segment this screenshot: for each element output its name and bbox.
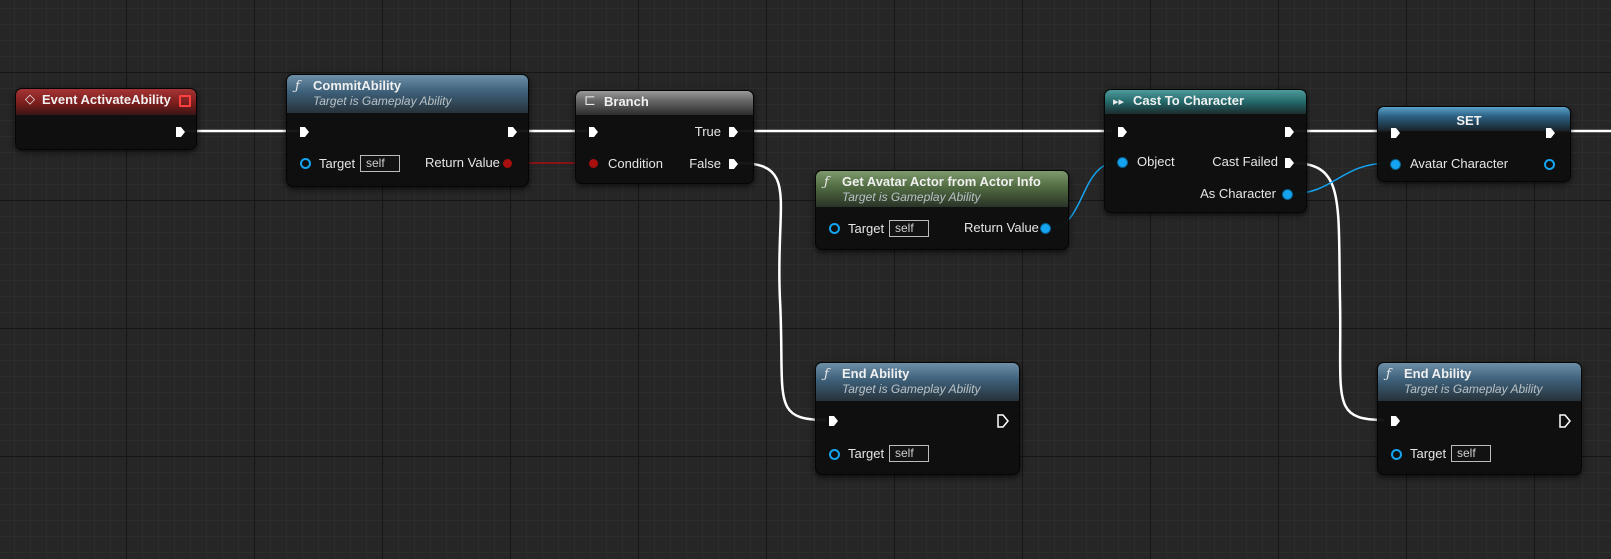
node-subtitle: Target is Gameplay Ability	[842, 382, 981, 396]
exec-in-pin[interactable]	[1391, 416, 1400, 426]
node-title: Cast To Character	[1133, 93, 1245, 108]
avatar-character-out-pin[interactable]	[1544, 159, 1555, 170]
node-header: ƒ CommitAbility Target is Gameplay Abili…	[287, 75, 528, 113]
set-avatar-character-node[interactable]: SET Avatar Character	[1377, 106, 1571, 182]
function-icon: ƒ	[824, 175, 829, 190]
exec-in-pin[interactable]	[300, 127, 309, 137]
target-label: Target	[319, 156, 356, 171]
avatar-character-pin[interactable]	[1391, 160, 1400, 169]
node-subtitle: Target is Gameplay Ability	[1404, 382, 1543, 396]
event-activate-ability-node[interactable]: ◇ Event ActivateAbility	[15, 88, 197, 150]
exec-in-pin[interactable]	[589, 127, 598, 137]
condition-pin[interactable]	[589, 159, 598, 168]
exec-wire	[737, 161, 827, 422]
node-title: CommitAbility	[313, 78, 402, 93]
branch-icon: ⊏	[584, 93, 596, 109]
target-self-field[interactable]: self	[889, 220, 929, 237]
node-title: Get Avatar Actor from Actor Info	[842, 174, 1041, 189]
object-pin[interactable]	[1118, 158, 1127, 167]
false-exec-pin[interactable]	[729, 159, 738, 169]
event-diamond-icon: ◇	[25, 92, 35, 107]
target-label: Target	[848, 446, 885, 461]
node-header: ƒ Get Avatar Actor from Actor Info Targe…	[816, 171, 1068, 207]
target-label: Target	[848, 221, 885, 236]
node-title: End Ability	[842, 366, 910, 381]
target-pin[interactable]	[829, 449, 840, 460]
exec-in-pin[interactable]	[1118, 127, 1127, 137]
return-value-pin[interactable]	[1041, 224, 1050, 233]
node-header: ƒ End Ability Target is Gameplay Ability	[816, 363, 1019, 401]
target-pin[interactable]	[300, 158, 311, 169]
node-title: Event ActivateAbility	[42, 92, 171, 107]
object-label: Object	[1137, 154, 1175, 169]
cast-failed-label: Cast Failed	[1212, 154, 1278, 169]
return-value-pin[interactable]	[503, 159, 512, 168]
as-character-pin[interactable]	[1283, 190, 1292, 199]
wires-layer	[180, 129, 1611, 422]
false-label: False	[689, 156, 721, 171]
condition-label: Condition	[608, 156, 663, 171]
exec-out-pin[interactable]	[176, 127, 185, 137]
target-label: Target	[1410, 446, 1447, 461]
cast-to-character-node[interactable]: ▸▸ Cast To Character Object Cast Failed …	[1104, 89, 1307, 213]
avatar-character-label: Avatar Character	[1410, 156, 1509, 171]
node-header: ▸▸ Cast To Character	[1105, 90, 1306, 114]
node-subtitle: Target is Gameplay Ability	[842, 190, 981, 204]
exec-out-pin[interactable]	[1558, 414, 1572, 428]
target-pin[interactable]	[1391, 449, 1402, 460]
end-ability-node-1[interactable]: ƒ End Ability Target is Gameplay Ability…	[815, 362, 1020, 475]
exec-out-pin[interactable]	[508, 127, 517, 137]
cast-icon: ▸▸	[1113, 95, 1125, 108]
target-self-field[interactable]: self	[1451, 445, 1491, 462]
target-self-field[interactable]: self	[889, 445, 929, 462]
return-value-label: Return Value	[964, 220, 1039, 235]
true-label: True	[694, 124, 721, 139]
node-header: SET	[1378, 107, 1570, 131]
delegate-icon	[179, 95, 191, 107]
function-icon: ƒ	[1386, 367, 1391, 382]
commit-ability-node[interactable]: ƒ CommitAbility Target is Gameplay Abili…	[286, 74, 529, 187]
get-avatar-actor-node[interactable]: ƒ Get Avatar Actor from Actor Info Targe…	[815, 170, 1069, 250]
exec-out-pin[interactable]	[1285, 127, 1294, 137]
exec-out-pin[interactable]	[996, 414, 1010, 428]
node-header: ◇ Event ActivateAbility	[16, 89, 196, 115]
true-exec-pin[interactable]	[729, 127, 738, 137]
exec-in-pin[interactable]	[829, 416, 838, 426]
return-value-label: Return Value	[425, 155, 500, 170]
node-header: ⊏ Branch	[576, 91, 753, 115]
target-pin[interactable]	[829, 223, 840, 234]
node-header: ƒ End Ability Target is Gameplay Ability	[1378, 363, 1581, 401]
as-character-label: As Character	[1200, 186, 1276, 201]
end-ability-node-2[interactable]: ƒ End Ability Target is Gameplay Ability…	[1377, 362, 1582, 475]
node-subtitle: Target is Gameplay Ability	[313, 94, 452, 108]
cast-failed-exec-pin[interactable]	[1285, 158, 1294, 168]
target-self-field[interactable]: self	[360, 155, 400, 172]
function-icon: ƒ	[824, 367, 829, 382]
node-title: End Ability	[1404, 366, 1472, 381]
function-icon: ƒ	[295, 79, 300, 94]
branch-node[interactable]: ⊏ Branch True Condition False	[575, 90, 754, 184]
node-title: SET	[1456, 113, 1482, 128]
node-title: Branch	[604, 94, 649, 109]
